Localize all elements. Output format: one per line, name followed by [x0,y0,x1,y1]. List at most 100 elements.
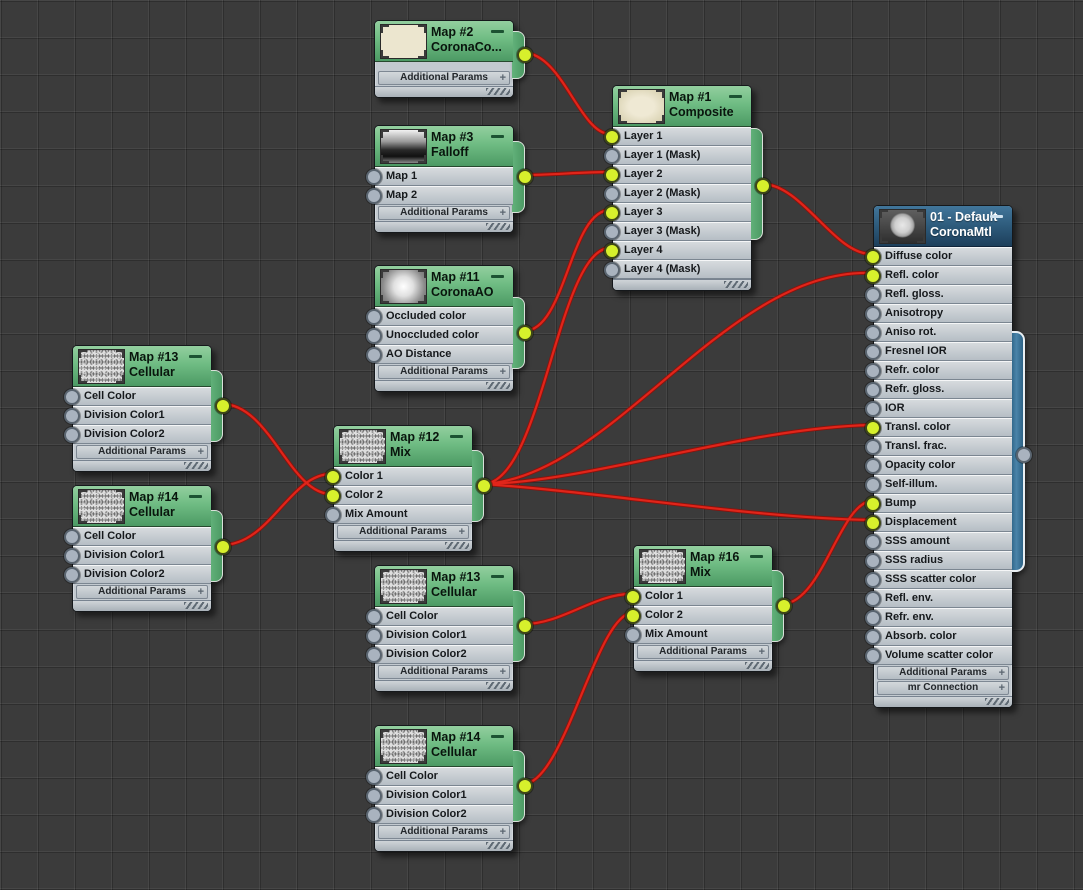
rollout-bar[interactable]: Additional Params + [337,525,469,539]
node-thumbnail-noise[interactable] [639,549,686,584]
input-socket[interactable] [64,529,80,545]
input-socket[interactable] [865,591,881,607]
node-thumbnail-ao[interactable] [380,269,427,304]
input-socket[interactable] [604,262,620,278]
wire map13L.output -> map12.Color 2[interactable] [220,402,333,496]
node-thumbnail-noise[interactable] [380,569,427,604]
minimize-icon[interactable] [491,135,504,138]
node-header[interactable]: Map #13 Cellular [73,346,211,387]
resize-grip[interactable] [73,600,211,611]
output-socket[interactable] [517,47,533,63]
resize-grip[interactable] [874,696,1012,707]
input-socket[interactable] [366,169,382,185]
input-socket[interactable] [64,389,80,405]
input-socket[interactable] [865,325,881,341]
node-thumbnail-sphere[interactable] [879,209,926,244]
output-socket[interactable] [517,778,533,794]
output-socket[interactable] [476,478,492,494]
wire map12.output -> material.Transl. color[interactable] [481,423,873,486]
input-socket[interactable] [865,363,881,379]
input-socket[interactable] [366,309,382,325]
wire composite.output -> material.Diffuse color[interactable] [760,182,873,256]
input-socket[interactable] [604,148,620,164]
resize-grip[interactable] [375,380,513,391]
node-map14B[interactable]: Map #14 Cellular Cell Color Division Color1… [366,725,533,852]
input-socket[interactable] [865,306,881,322]
input-socket[interactable] [604,243,620,259]
output-socket[interactable] [517,618,533,634]
node-map13L[interactable]: Map #13 Cellular Cell Color Division Color1… [64,345,231,472]
node-header[interactable]: Map #11 CoronaAO [375,266,513,307]
output-socket[interactable] [517,325,533,341]
node-map2[interactable]: Map #2 CoronaCo... Additional Params + [374,20,533,98]
wire map16.output -> material.Bump[interactable] [781,499,873,606]
resize-grip[interactable] [73,460,211,471]
rollout-bar[interactable]: mr Connection + [877,681,1009,695]
wire map13M.output -> map16.Color 1[interactable] [522,592,633,626]
input-socket[interactable] [64,408,80,424]
output-socket[interactable] [215,398,231,414]
input-socket[interactable] [865,629,881,645]
minimize-icon[interactable] [450,435,463,438]
minimize-icon[interactable] [491,735,504,738]
rollout-bar[interactable]: Additional Params + [378,206,510,220]
input-socket[interactable] [366,769,382,785]
wire map12.output -> material.Displacement[interactable] [481,482,873,522]
minimize-icon[interactable] [729,95,742,98]
output-socket[interactable] [517,169,533,185]
input-socket[interactable] [604,205,620,221]
node-material[interactable]: 01 - Default CoronaMtl Diffuse color Refl. … [865,205,1032,708]
input-socket[interactable] [366,188,382,204]
node-header[interactable]: Map #12 Mix [334,426,472,467]
minimize-icon[interactable] [491,575,504,578]
node-map14L[interactable]: Map #14 Cellular Cell Color Division Color1… [64,485,231,612]
node-thumbnail-noise[interactable] [78,349,125,384]
rollout-bar[interactable]: Additional Params + [378,365,510,379]
input-socket[interactable] [865,553,881,569]
resize-grip[interactable] [613,279,751,290]
output-socket[interactable] [755,178,771,194]
node-thumbnail-falloff[interactable] [380,129,427,164]
input-socket[interactable] [366,628,382,644]
input-socket[interactable] [865,572,881,588]
node-thumbnail-cream[interactable] [380,24,427,59]
input-socket[interactable] [865,515,881,531]
node-header[interactable]: Map #1 Composite [613,86,751,127]
input-socket[interactable] [64,567,80,583]
input-socket[interactable] [64,427,80,443]
output-socket[interactable] [776,598,792,614]
input-socket[interactable] [865,496,881,512]
wire map14L.output -> map12.Color 1[interactable] [220,472,333,547]
input-socket[interactable] [366,647,382,663]
input-socket[interactable] [625,627,641,643]
rollout-bar[interactable]: Additional Params + [378,71,510,85]
input-socket[interactable] [865,648,881,664]
input-socket[interactable] [604,186,620,202]
resize-grip[interactable] [334,540,472,551]
input-socket[interactable] [64,548,80,564]
wire map3.output -> composite.Layer 2[interactable] [522,170,612,177]
node-map13M[interactable]: Map #13 Cellular Cell Color Division Color1… [366,565,533,692]
input-socket[interactable] [625,608,641,624]
rollout-bar[interactable]: Additional Params + [76,585,208,599]
input-socket[interactable] [366,788,382,804]
node-thumbnail-cream-v[interactable] [618,89,665,124]
input-socket[interactable] [625,589,641,605]
node-thumbnail-noise[interactable] [380,729,427,764]
input-socket[interactable] [865,534,881,550]
node-header[interactable]: 01 - Default CoronaMtl [874,206,1012,247]
wire map12.output -> material.Refl. color[interactable] [481,271,873,486]
input-socket[interactable] [865,477,881,493]
rollout-bar[interactable]: Additional Params + [378,825,510,839]
node-header[interactable]: Map #3 Falloff [375,126,513,167]
resize-grip[interactable] [375,840,513,851]
resize-grip[interactable] [375,680,513,691]
node-map16[interactable]: Map #16 Mix Color 1 Color 2 Mix Amount Additi… [625,545,792,672]
minimize-icon[interactable] [189,355,202,358]
node-thumbnail-noise[interactable] [78,489,125,524]
input-socket[interactable] [325,488,341,504]
node-map12[interactable]: Map #12 Mix Color 1 Color 2 Mix Amount Additi… [325,425,492,552]
minimize-icon[interactable] [189,495,202,498]
output-socket[interactable] [215,539,231,555]
input-socket[interactable] [865,287,881,303]
